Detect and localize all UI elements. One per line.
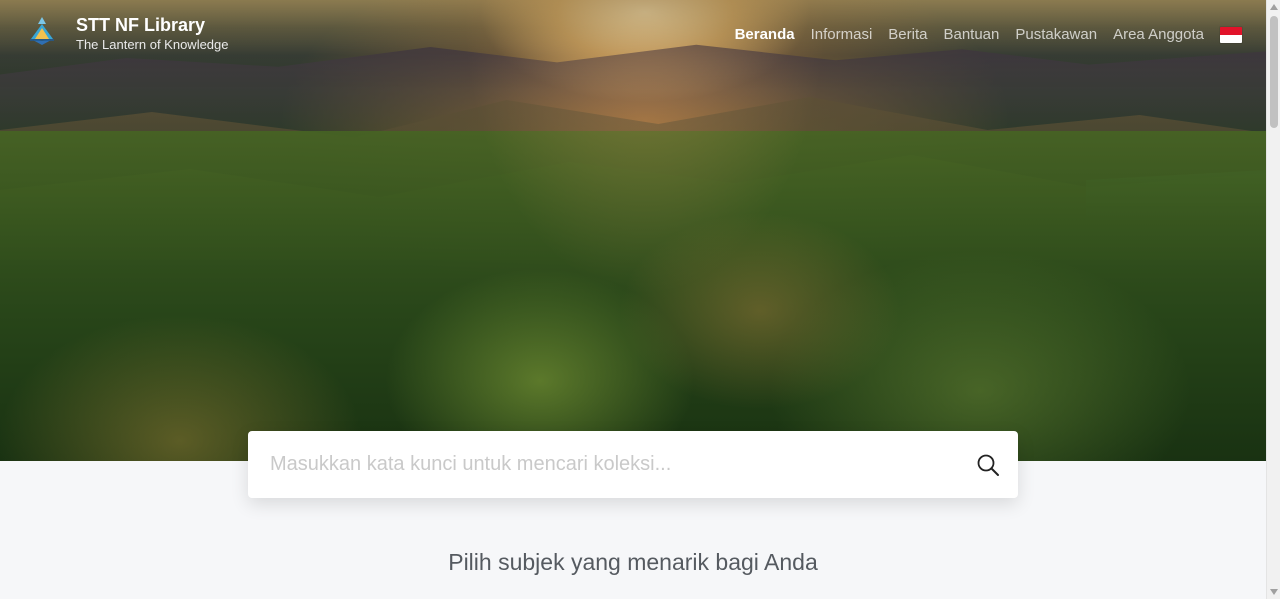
scroll-up-arrow-icon[interactable] — [1267, 0, 1280, 14]
lantern-logo-icon — [30, 17, 54, 45]
search-bar — [248, 431, 1018, 498]
search-input[interactable] — [248, 431, 958, 498]
search-button[interactable] — [958, 431, 1018, 498]
nav-item-bantuan[interactable]: Bantuan — [943, 25, 999, 45]
brand-text: STT NF Library The Lantern of Knowledge — [76, 14, 229, 53]
indonesia-flag-icon[interactable] — [1220, 27, 1242, 43]
hero-banner: STT NF Library The Lantern of Knowledge … — [0, 0, 1266, 461]
subject-heading: Pilih subjek yang menarik bagi Anda — [448, 549, 818, 575]
brand[interactable]: STT NF Library The Lantern of Knowledge — [26, 14, 229, 53]
page: STT NF Library The Lantern of Knowledge … — [0, 0, 1280, 599]
nav-item-informasi[interactable]: Informasi — [811, 25, 873, 45]
main-nav: Beranda Informasi Berita Bantuan Pustaka… — [719, 25, 1242, 45]
flag-red-band — [1220, 27, 1242, 35]
nav-item-area-anggota[interactable]: Area Anggota — [1113, 25, 1204, 45]
brand-name: STT NF Library — [76, 15, 206, 35]
search-icon — [977, 454, 999, 476]
nav-item-beranda[interactable]: Beranda — [735, 25, 795, 45]
nav-item-pustakawan[interactable]: Pustakawan — [1015, 25, 1097, 45]
scroll-down-arrow-icon[interactable] — [1267, 585, 1280, 599]
brand-tagline: The Lantern of Knowledge — [76, 37, 229, 52]
flag-white-band — [1220, 35, 1242, 43]
scroll-thumb[interactable] — [1270, 16, 1278, 128]
nav-item-berita[interactable]: Berita — [888, 25, 927, 45]
scrollbar[interactable] — [1266, 0, 1280, 599]
